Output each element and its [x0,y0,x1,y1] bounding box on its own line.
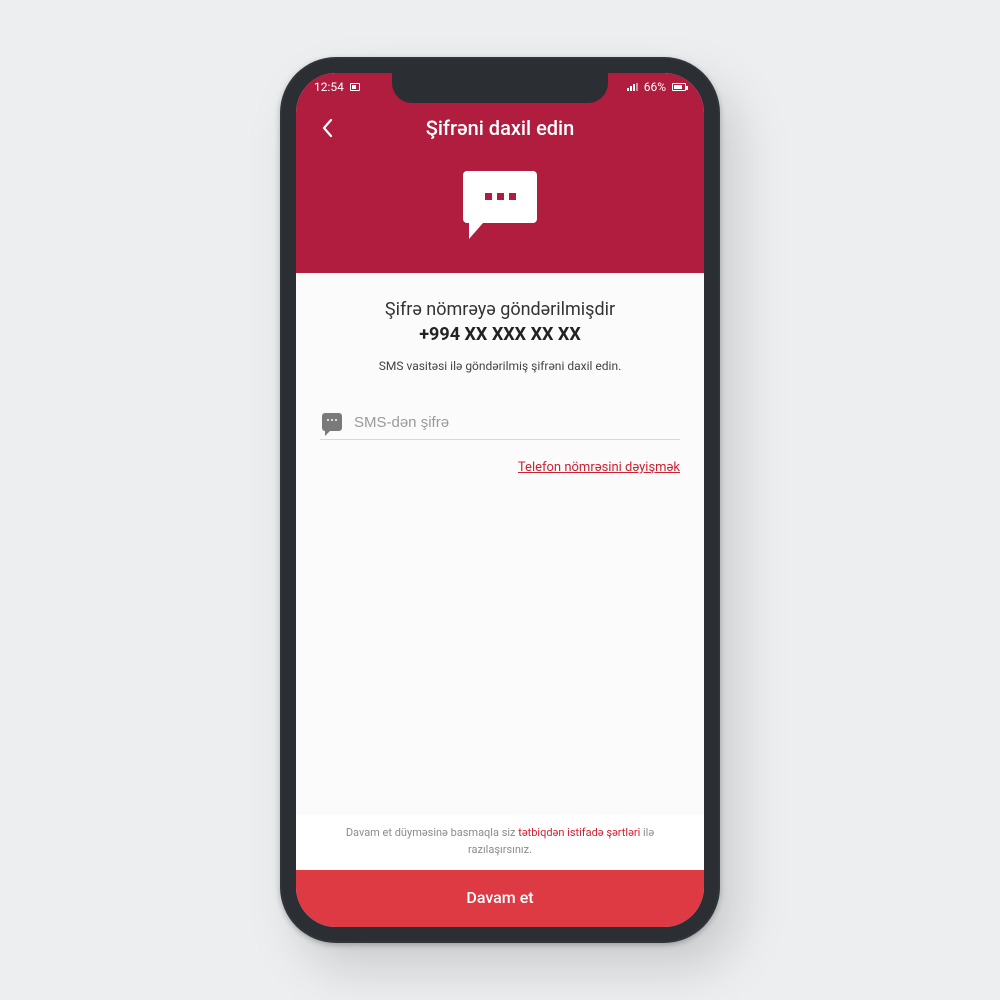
change-phone-link[interactable]: Telefon nömrəsini dəyişmək [320,460,680,475]
sms-icon [322,413,342,431]
status-battery-text: 66% [644,80,666,94]
terms-link[interactable]: tətbiqdən istifadə şərtləri [518,826,640,839]
content-area: Şifrə nömrəyə göndərilmişdir +994 XX XXX… [296,273,704,815]
instruction-label: SMS vasitəsi ilə göndərilmiş şifrəni dax… [320,359,680,373]
battery-icon [672,83,686,91]
sms-code-field-row [320,413,680,440]
device-notch [392,73,608,103]
signal-icon [627,83,638,91]
terms-text: Davam et düyməsinə basmaqla siz tətbiqdə… [296,815,704,870]
window-icon [350,83,360,91]
sent-message-label: Şifrə nömrəyə göndərilmişdir [320,299,680,320]
sms-code-input[interactable] [354,414,678,431]
continue-button[interactable]: Davam et [296,870,704,927]
phone-number-label: +994 XX XXX XX XX [320,324,680,345]
screen: 12:54 66% Şifrəni daxil edin [296,73,704,927]
footer: Davam et düyməsinə basmaqla siz tətbiqdə… [296,815,704,927]
status-time: 12:54 [314,80,344,94]
sms-hero-icon [461,167,539,245]
page-title: Şifrəni daxil edin [310,116,690,140]
phone-frame: 12:54 66% Şifrəni daxil edin [280,57,720,943]
terms-prefix: Davam et düyməsinə basmaqla siz [346,826,518,839]
app-header: Şifrəni daxil edin [296,101,704,273]
